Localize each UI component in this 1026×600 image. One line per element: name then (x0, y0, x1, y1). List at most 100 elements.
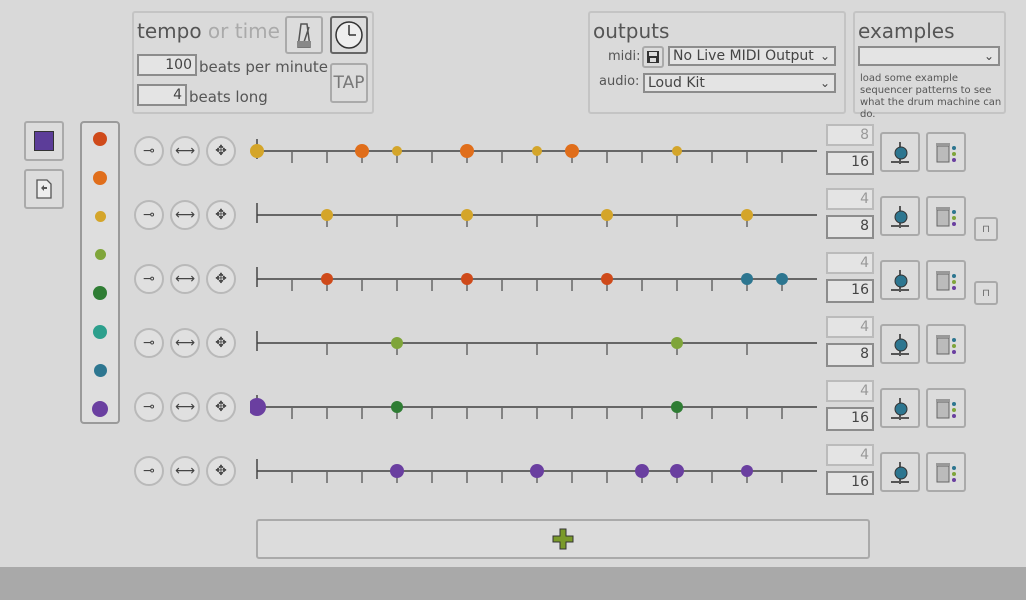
palette-color-2[interactable] (94, 210, 106, 222)
rotate-button[interactable]: ⊸ (134, 136, 164, 166)
add-row-button[interactable] (256, 519, 870, 559)
note-dot[interactable] (390, 464, 404, 478)
sequencer-track[interactable] (250, 387, 822, 427)
instrument-button[interactable] (880, 260, 920, 300)
move-button[interactable]: ✥ (206, 328, 236, 358)
tap-button[interactable]: TAP (330, 63, 368, 103)
sequencer-track[interactable] (250, 259, 822, 299)
examples-help: load some example sequencer patterns to … (860, 73, 1002, 120)
palette-color-5[interactable] (93, 324, 107, 339)
instrument-button[interactable] (880, 324, 920, 364)
audio-output-select[interactable]: Loud Kit ⌄ (643, 73, 836, 93)
collapse-button[interactable]: ⊓ (974, 217, 998, 241)
rotate-button[interactable]: ⊸ (134, 200, 164, 230)
note-dot[interactable] (250, 144, 264, 158)
move-button[interactable]: ✥ (206, 456, 236, 486)
rotate-button[interactable]: ⊸ (134, 456, 164, 486)
stretch-button[interactable]: ⟷ (170, 264, 200, 294)
delete-row-button[interactable] (926, 260, 966, 300)
collapse-button[interactable]: ⊓ (974, 281, 998, 305)
sequencer-track[interactable] (250, 131, 822, 171)
beats-top-input[interactable]: 8 (826, 124, 874, 146)
note-dot[interactable] (635, 464, 649, 478)
beats-bottom-input[interactable]: 8 (826, 215, 874, 239)
note-dot[interactable] (532, 146, 542, 156)
beats-bottom-input[interactable]: 16 (826, 151, 874, 175)
note-dot[interactable] (776, 273, 788, 285)
export-button[interactable] (24, 169, 64, 209)
note-dot[interactable] (460, 144, 474, 158)
sequencer-track[interactable] (250, 195, 822, 235)
delete-row-button[interactable] (926, 196, 966, 236)
metronome-button[interactable] (285, 16, 323, 54)
sequencer-track[interactable] (250, 323, 822, 363)
move-button[interactable]: ✥ (206, 392, 236, 422)
palette-color-6[interactable] (93, 363, 107, 377)
bpm-input[interactable]: 100 (137, 54, 197, 76)
stretch-icon: ⟷ (174, 463, 196, 479)
beats-top-input[interactable]: 4 (826, 444, 874, 466)
color-square-button[interactable] (24, 121, 64, 161)
move-button[interactable]: ✥ (206, 264, 236, 294)
beats-top-input[interactable]: 4 (826, 380, 874, 402)
delete-row-button[interactable] (926, 388, 966, 428)
beats-top-input[interactable]: 4 (826, 316, 874, 338)
stretch-button[interactable]: ⟷ (170, 456, 200, 486)
rotate-button[interactable]: ⊸ (134, 264, 164, 294)
examples-select[interactable]: ⌄ (858, 46, 1000, 66)
note-dot[interactable] (250, 398, 266, 416)
beats-bottom-input[interactable]: 16 (826, 279, 874, 303)
instrument-button[interactable] (880, 388, 920, 428)
palette-color-0[interactable] (93, 132, 107, 146)
rotate-icon: ⊸ (143, 335, 155, 351)
stretch-button[interactable]: ⟷ (170, 200, 200, 230)
beats-top-input[interactable]: 4 (826, 188, 874, 210)
midi-output-select[interactable]: No Live MIDI Output ⌄ (668, 46, 836, 66)
note-dot[interactable] (741, 465, 753, 477)
rotate-button[interactable]: ⊸ (134, 328, 164, 358)
beats-input[interactable]: 4 (137, 84, 187, 106)
note-dot[interactable] (392, 146, 402, 156)
stretch-button[interactable]: ⟷ (170, 328, 200, 358)
note-dot[interactable] (321, 209, 333, 221)
clock-button[interactable] (330, 16, 368, 54)
note-dot[interactable] (601, 273, 613, 285)
note-dot[interactable] (321, 273, 333, 285)
sequencer-track[interactable] (250, 451, 822, 491)
stretch-button[interactable]: ⟷ (170, 392, 200, 422)
rotate-button[interactable]: ⊸ (134, 392, 164, 422)
delete-row-button[interactable] (926, 324, 966, 364)
note-dot[interactable] (530, 464, 544, 478)
stretch-button[interactable]: ⟷ (170, 136, 200, 166)
note-dot[interactable] (601, 209, 613, 221)
palette-color-1[interactable] (93, 170, 107, 185)
beats-bottom-input[interactable]: 16 (826, 407, 874, 431)
instrument-button[interactable] (880, 452, 920, 492)
note-dot[interactable] (741, 273, 753, 285)
note-dot[interactable] (461, 273, 473, 285)
save-button[interactable] (642, 46, 664, 68)
note-dot[interactable] (671, 337, 683, 349)
instrument-button[interactable] (880, 196, 920, 236)
note-dot[interactable] (391, 337, 403, 349)
note-dot[interactable] (565, 144, 579, 158)
note-dot[interactable] (741, 209, 753, 221)
palette-color-7[interactable] (92, 400, 108, 417)
beats-top-input[interactable]: 4 (826, 252, 874, 274)
note-dot[interactable] (461, 209, 473, 221)
delete-row-button[interactable] (926, 132, 966, 172)
move-button[interactable]: ✥ (206, 200, 236, 230)
note-dot[interactable] (671, 401, 683, 413)
instrument-button[interactable] (880, 132, 920, 172)
stretch-icon: ⟷ (174, 271, 196, 287)
note-dot[interactable] (672, 146, 682, 156)
delete-row-button[interactable] (926, 452, 966, 492)
move-button[interactable]: ✥ (206, 136, 236, 166)
beats-bottom-input[interactable]: 16 (826, 471, 874, 495)
note-dot[interactable] (670, 464, 684, 478)
note-dot[interactable] (391, 401, 403, 413)
palette-color-4[interactable] (93, 286, 107, 300)
beats-bottom-input[interactable]: 8 (826, 343, 874, 367)
note-dot[interactable] (355, 144, 369, 158)
palette-color-3[interactable] (94, 249, 106, 260)
